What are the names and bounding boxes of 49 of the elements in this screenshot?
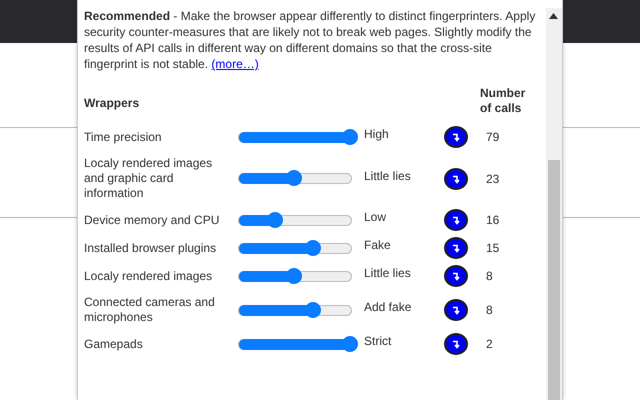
call-count: 15: [485, 240, 500, 256]
redirect-button[interactable]: [444, 168, 468, 190]
wrapper-name: Gamepads: [84, 336, 144, 352]
setting-label: Little lies: [363, 265, 412, 281]
wrapper-name: Time precision: [84, 128, 163, 146]
scrollbar-thumb[interactable]: [548, 160, 560, 400]
wrapper-name: Connected cameras and microphones: [84, 294, 216, 326]
setting-label: Low: [363, 209, 388, 225]
scrollbar[interactable]: [546, 8, 562, 400]
arrow-icon: [451, 339, 461, 349]
setting-label: Strict: [363, 333, 392, 349]
arrow-icon: [451, 271, 461, 281]
redirect-button[interactable]: [444, 126, 468, 148]
redirect-button[interactable]: [444, 237, 468, 259]
setting-label: Fake: [363, 237, 392, 253]
column-header: Wrappers: [84, 96, 140, 110]
call-count: 8: [485, 302, 494, 318]
setting-label: Little lies: [363, 168, 412, 184]
slider-thumb[interactable]: [286, 268, 302, 284]
more-link[interactable]: (more…): [211, 57, 259, 71]
description-text: Recommended - Make the browser appear differently to distinct fingerprinters. Apply security counter-measures that are likely not to break web pages. Slightly modify the results of API calls in different way on different domains so that the cross-site fingerprint is not stable. (more…): [84, 8, 536, 72]
slider-thumb[interactable]: [342, 128, 358, 144]
column-header: Number of calls: [480, 86, 526, 117]
wrapper-name: Localy rendered images: [84, 268, 214, 284]
wrapper-name: Device memory and CPU: [84, 212, 220, 228]
arrow-icon: [451, 174, 461, 184]
redirect-button[interactable]: [444, 209, 468, 231]
wrapper-name: Installed browser plugins: [84, 240, 218, 256]
slider-thumb[interactable]: [266, 212, 283, 228]
redirect-button[interactable]: [444, 299, 468, 321]
call-count: 79: [485, 129, 500, 145]
wrapper-name: Localy rendered images and graphic card information: [84, 155, 214, 202]
call-count: 23: [485, 170, 500, 186]
slider-thumb[interactable]: [305, 240, 322, 256]
scroll-up-icon[interactable]: [549, 13, 558, 19]
arrow-icon: [451, 243, 461, 253]
setting-label: High: [363, 126, 390, 142]
arrow-icon: [451, 305, 461, 315]
call-count: 16: [485, 212, 500, 228]
slider-thumb[interactable]: [305, 302, 322, 318]
slider-thumb[interactable]: [286, 170, 302, 186]
setting-label: Add fake: [363, 299, 412, 315]
call-count: 2: [485, 336, 494, 352]
redirect-button[interactable]: [444, 265, 468, 287]
redirect-button[interactable]: [444, 333, 468, 355]
arrow-icon: [451, 215, 461, 225]
slider-thumb[interactable]: [342, 336, 358, 352]
call-count: 8: [485, 268, 494, 284]
arrow-icon: [451, 132, 461, 142]
